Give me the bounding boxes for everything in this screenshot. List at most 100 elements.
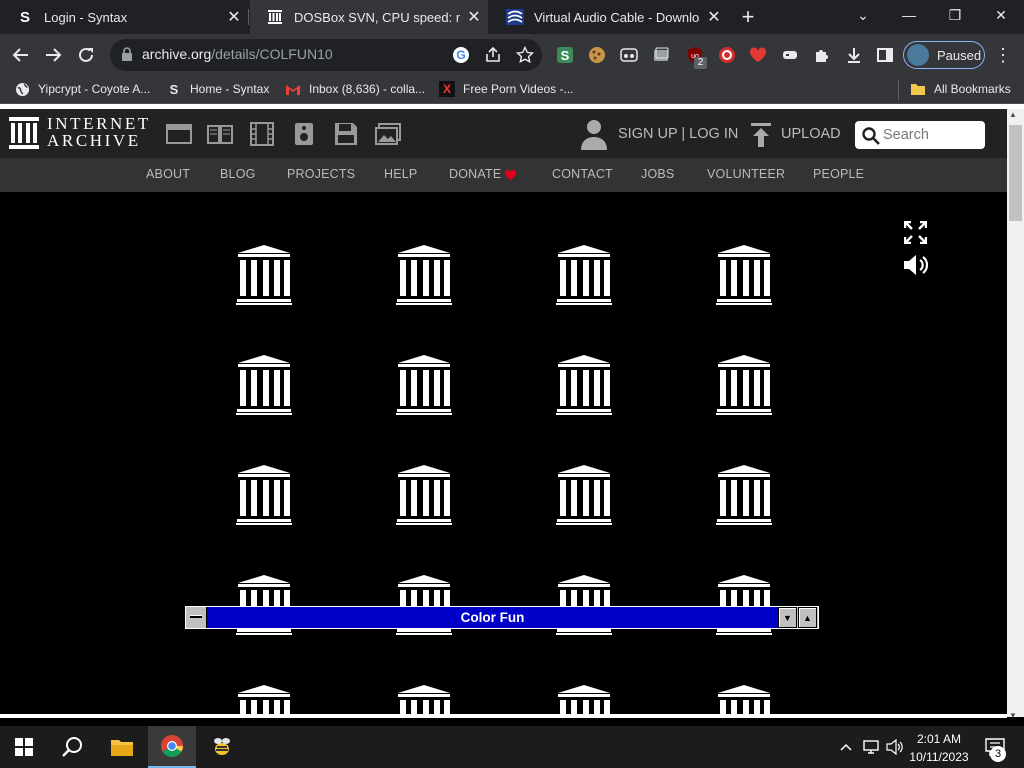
nav-contact[interactable]: CONTACT xyxy=(552,167,613,181)
tab-title: DOSBox SVN, CPU speed: max 1 xyxy=(294,9,460,25)
extension-badge: 2 xyxy=(694,57,707,69)
scroll-up-arrow-icon[interactable]: ▲ xyxy=(1009,110,1017,119)
record-extension-icon[interactable] xyxy=(717,45,737,65)
emulator-canvas[interactable] xyxy=(0,192,1007,714)
sign-up-log-in-link[interactable]: SIGN UP | LOG IN xyxy=(618,126,738,142)
tab-search-dropdown-icon[interactable]: ⌄ xyxy=(840,0,886,30)
nav-blog[interactable]: BLOG xyxy=(220,167,256,181)
upload-link[interactable]: UPLOAD xyxy=(781,126,841,142)
gamepad-extension-icon[interactable] xyxy=(780,45,800,65)
user-icon[interactable] xyxy=(580,118,608,150)
network-icon[interactable] xyxy=(860,726,882,768)
syntax-favicon-icon: S xyxy=(19,8,30,26)
dos-window-title[interactable]: Color Fun xyxy=(207,607,778,628)
reload-icon[interactable] xyxy=(71,40,101,70)
notification-count-badge: 3 xyxy=(990,746,1006,762)
window-extension-icon[interactable] xyxy=(651,45,671,65)
search-placeholder: Search xyxy=(883,127,929,143)
heart-extension-icon[interactable] xyxy=(748,45,768,65)
tab-close-icon[interactable]: ✕ xyxy=(700,7,728,27)
fullscreen-icon[interactable] xyxy=(904,221,927,244)
software-floppy-icon[interactable] xyxy=(333,122,359,146)
dos-minimize-button[interactable]: ▼ xyxy=(778,607,797,628)
avatar xyxy=(907,44,929,66)
archive-column-icon xyxy=(396,465,452,525)
bookmark-divider xyxy=(898,80,899,100)
scrollbar-thumb[interactable] xyxy=(1009,125,1022,221)
new-tab-button[interactable]: + xyxy=(733,2,763,32)
bookmark-label: Home - Syntax xyxy=(190,82,270,96)
audio-speaker-icon[interactable] xyxy=(291,122,317,146)
cookie-extension-icon[interactable] xyxy=(587,45,607,65)
nav-about[interactable]: ABOUT xyxy=(146,167,190,181)
nav-help[interactable]: HELP xyxy=(384,167,417,181)
side-panel-icon[interactable] xyxy=(875,45,895,65)
tab-virtual-audio-cable[interactable]: Virtual Audio Cable - Download ✕ xyxy=(490,0,728,34)
profile-status-label: Paused xyxy=(937,47,982,63)
bee-app-taskbar-icon[interactable] xyxy=(198,726,246,768)
web-icon[interactable] xyxy=(166,122,192,146)
archive-column-icon xyxy=(716,685,772,714)
bookmark-item[interactable]: Yipcrypt - Coyote A... xyxy=(14,81,150,97)
lock-icon[interactable] xyxy=(121,47,133,61)
minimize-button[interactable]: — xyxy=(886,0,932,30)
show-hidden-icons-chevron-icon[interactable] xyxy=(836,726,856,768)
sound-on-icon[interactable] xyxy=(902,253,929,277)
system-menu-button[interactable] xyxy=(186,607,207,628)
dos-maximize-button[interactable]: ▲ xyxy=(798,607,817,628)
syntax-extension-icon[interactable]: S xyxy=(555,45,575,65)
page-top-edge xyxy=(0,104,1024,109)
archive-column-icon xyxy=(716,245,772,305)
bookmark-item[interactable]: S Home - Syntax xyxy=(166,81,270,97)
images-icon[interactable] xyxy=(375,122,401,146)
tab-login-syntax[interactable]: S Login - Syntax ✕ xyxy=(0,0,248,34)
forward-arrow-icon[interactable] xyxy=(38,40,68,70)
url-text[interactable]: archive.org/details/COLFUN10 xyxy=(142,46,333,62)
globe-icon xyxy=(14,81,30,97)
taskbar-search-icon[interactable] xyxy=(48,726,96,768)
all-bookmarks-button[interactable]: All Bookmarks xyxy=(910,81,1011,97)
bookmark-label: Yipcrypt - Coyote A... xyxy=(38,82,151,96)
taskbar-clock-time[interactable]: 2:01 AM xyxy=(912,732,966,746)
tab-close-icon[interactable]: ✕ xyxy=(460,7,488,27)
windows-start-icon[interactable] xyxy=(0,726,48,768)
eyes-extension-icon[interactable] xyxy=(619,45,639,65)
back-arrow-icon[interactable] xyxy=(6,40,36,70)
nav-projects[interactable]: PROJECTS xyxy=(287,167,355,181)
nav-donate[interactable]: DONATE xyxy=(449,167,501,181)
bookmark-item[interactable]: X Free Porn Videos -... xyxy=(439,81,574,97)
archive-column-icon xyxy=(556,465,612,525)
google-lens-icon[interactable]: G xyxy=(451,45,471,65)
tab-dosbox[interactable]: DOSBox SVN, CPU speed: max 1 ✕ xyxy=(250,0,488,34)
share-icon[interactable] xyxy=(483,45,503,65)
bookmark-star-icon[interactable] xyxy=(515,45,535,65)
upload-icon[interactable] xyxy=(750,123,772,147)
file-explorer-icon[interactable] xyxy=(98,726,146,768)
gmail-icon xyxy=(285,81,301,97)
close-window-button[interactable]: ✕ xyxy=(978,0,1024,30)
download-icon[interactable] xyxy=(844,45,864,65)
archive-column-icon xyxy=(236,245,292,305)
nav-people[interactable]: PEOPLE xyxy=(813,167,864,181)
internet-archive-favicon-icon xyxy=(266,8,284,26)
scroll-down-arrow-icon[interactable]: ▼ xyxy=(1009,711,1017,720)
internet-archive-logo-icon[interactable] xyxy=(9,117,39,149)
texts-book-icon[interactable] xyxy=(207,122,233,146)
archive-column-icon xyxy=(396,355,452,415)
chrome-taskbar-icon[interactable] xyxy=(148,726,196,768)
restore-button[interactable]: ❐ xyxy=(932,0,978,30)
volume-icon[interactable] xyxy=(884,726,906,768)
archive-column-icon xyxy=(556,355,612,415)
nav-jobs[interactable]: JOBS xyxy=(641,167,674,181)
taskbar-clock-date[interactable]: 10/11/2023 xyxy=(908,750,970,764)
bookmark-item[interactable]: Inbox (8,636) - colla... xyxy=(285,81,425,97)
extensions-puzzle-icon[interactable] xyxy=(812,45,832,65)
nav-volunteer[interactable]: VOLUNTEER xyxy=(707,167,785,181)
profile-button[interactable]: Paused xyxy=(903,41,985,69)
x-site-icon: X xyxy=(439,81,455,97)
internet-archive-logo-text[interactable]: INTERNET ARCHIVE xyxy=(47,115,151,149)
video-film-icon[interactable] xyxy=(249,122,275,146)
tab-close-icon[interactable]: ✕ xyxy=(220,7,248,27)
archive-column-icon xyxy=(396,685,452,714)
kebab-menu-icon[interactable]: ⋮ xyxy=(993,45,1013,65)
